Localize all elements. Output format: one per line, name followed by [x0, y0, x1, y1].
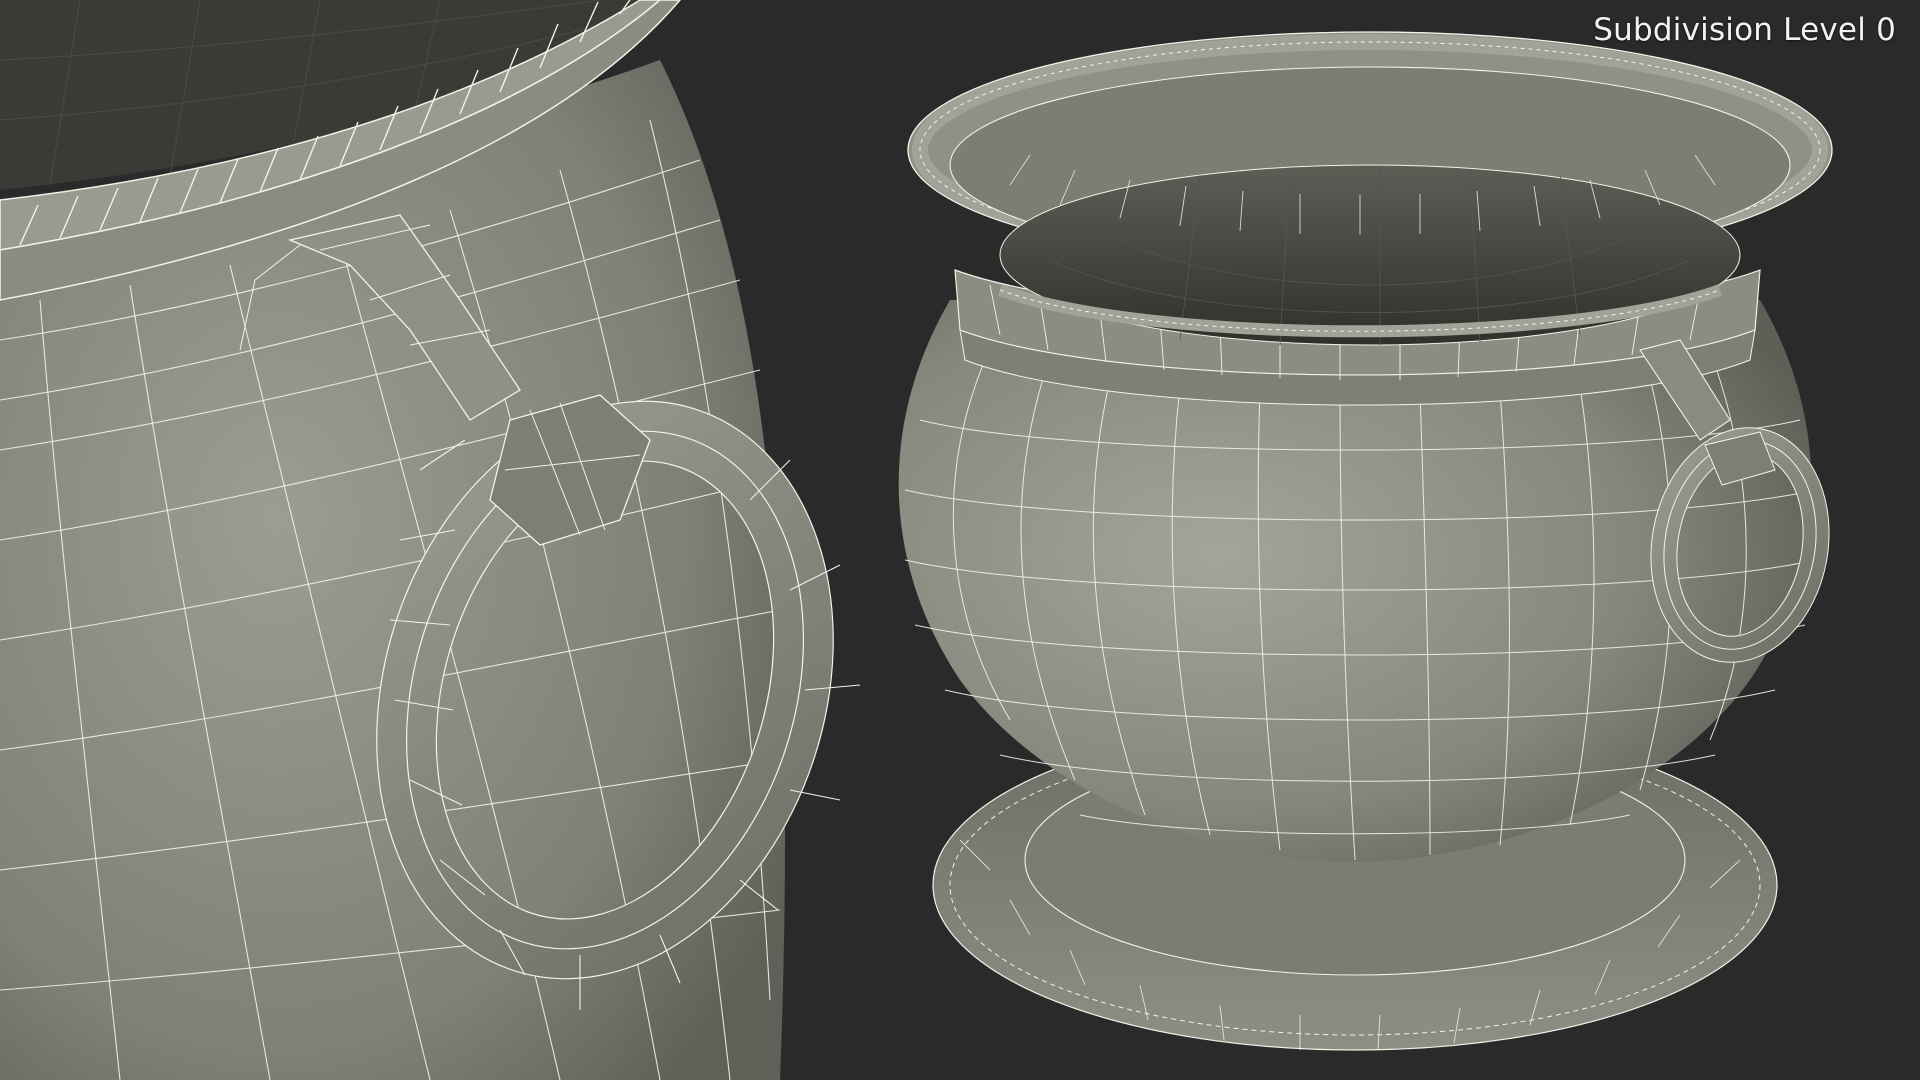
subdivision-level-label: Subdivision Level 0 — [1593, 12, 1896, 48]
closeup-view — [0, 0, 861, 1080]
render-viewport: Subdivision Level 0 — [0, 0, 1920, 1080]
full-view — [898, 31, 1833, 1051]
wireframe-render — [0, 0, 1833, 1080]
